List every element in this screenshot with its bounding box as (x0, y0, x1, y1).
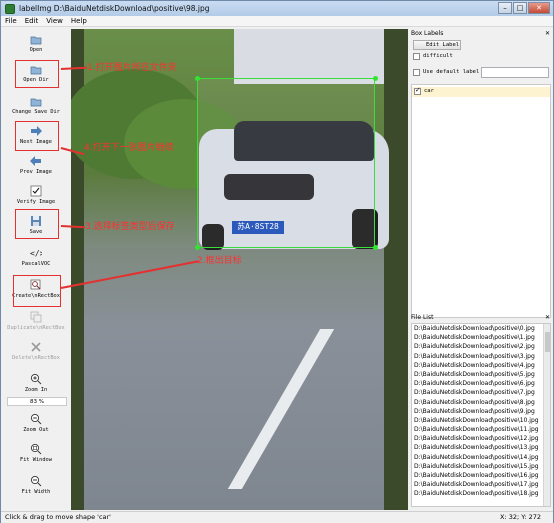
label-item-name: car (424, 88, 434, 94)
bounding-box-car[interactable] (197, 78, 375, 248)
code-brackets-icon: </> (30, 249, 42, 258)
delete-rect-box-button[interactable]: Delete\nRectBox (3, 341, 69, 361)
file-list-item[interactable]: D:\BaiduNetdiskDownload\positive\17.jpg (412, 480, 550, 489)
format-pascalvoc-button[interactable]: </> PascalVOC (3, 247, 69, 267)
file-list-item[interactable]: D:\BaiduNetdiskDownload\positive\12.jpg (412, 434, 550, 443)
file-list-item[interactable]: D:\BaiduNetdiskDownload\positive\10.jpg (412, 416, 550, 425)
file-list-item[interactable]: D:\BaiduNetdiskDownload\positive\14.jpg (412, 453, 550, 462)
bbox-vertex-top-right[interactable] (373, 76, 378, 81)
menu-file[interactable]: File (1, 17, 21, 25)
right-dock: Box Labels ✕ Edit Label difficult Use de… (409, 29, 553, 510)
duplicate-rect-box-button[interactable]: Duplicate\nRectBox (3, 311, 69, 331)
difficult-label: difficult (423, 53, 453, 59)
window-title: labelImg D:\BaiduNetdiskDownload\positiv… (19, 4, 210, 13)
verify-image-button[interactable]: Verify Image (3, 185, 69, 205)
file-list-item[interactable]: D:\BaiduNetdiskDownload\positive\4.jpg (412, 361, 550, 370)
fit-window-icon (30, 443, 42, 455)
change-save-dir-button[interactable]: Change Save Dir (3, 95, 69, 115)
menu-edit[interactable]: Edit (21, 17, 43, 25)
road-marking (227, 329, 335, 489)
annotation-step2: 2.框出目标 (197, 256, 242, 266)
file-list-title: File List ✕ (411, 313, 550, 322)
fit-width-icon (30, 475, 42, 487)
dock-close-icon[interactable]: ✕ (545, 313, 550, 322)
file-list-item[interactable]: D:\BaiduNetdiskDownload\positive\6.jpg (412, 379, 550, 388)
menu-view[interactable]: View (42, 17, 67, 25)
file-list-item[interactable]: D:\BaiduNetdiskDownload\positive\8.jpg (412, 398, 550, 407)
zoom-out-icon (30, 413, 42, 425)
file-list-item[interactable]: D:\BaiduNetdiskDownload\positive\5.jpg (412, 370, 550, 379)
menu-bar: File Edit View Help (1, 16, 553, 27)
label-item-car[interactable]: car (412, 86, 550, 97)
svg-text:</>: </> (30, 249, 42, 258)
toolbar: Open Open Dir Change Save Dir Next Image… (3, 29, 69, 509)
bbox-vertex-top-left[interactable] (195, 76, 200, 81)
default-label-input[interactable] (481, 67, 549, 78)
file-list-item[interactable]: D:\BaiduNetdiskDownload\positive\18.jpg (412, 489, 550, 498)
edit-label-button[interactable]: Edit Label (413, 40, 461, 50)
highlight-next-image (15, 121, 59, 151)
bbox-vertex-bottom-left[interactable] (195, 245, 200, 250)
zoom-out-button[interactable]: Zoom Out (3, 413, 69, 433)
file-list-item[interactable]: D:\BaiduNetdiskDownload\positive\13.jpg (412, 443, 550, 452)
fit-width-button[interactable]: Fit Width (3, 475, 69, 495)
file-list-item[interactable]: D:\BaiduNetdiskDownload\positive\11.jpg (412, 425, 550, 434)
folder-icon (30, 98, 42, 107)
file-list-items: D:\BaiduNetdiskDownload\positive\0.jpg D:… (412, 324, 550, 499)
minimize-button[interactable]: – (498, 2, 512, 14)
file-list-scrollbar[interactable] (543, 324, 550, 506)
zoom-value-field[interactable]: 83 % (7, 397, 67, 406)
label-visibility-checkbox[interactable] (414, 86, 421, 95)
app-window: labelImg D:\BaiduNetdiskDownload\positiv… (0, 0, 554, 523)
difficult-checkbox[interactable] (413, 53, 420, 60)
open-button[interactable]: Open (3, 33, 69, 53)
box-labels-title: Box Labels ✕ (411, 29, 550, 38)
delete-icon (31, 342, 41, 352)
file-list-item[interactable]: D:\BaiduNetdiskDownload\positive\16.jpg (412, 471, 550, 480)
file-list-item[interactable]: D:\BaiduNetdiskDownload\positive\3.jpg (412, 352, 550, 361)
maximize-button[interactable]: □ (513, 2, 527, 14)
building-background (234, 29, 384, 84)
highlight-open-dir (15, 60, 59, 88)
file-list-item[interactable]: D:\BaiduNetdiskDownload\positive\1.jpg (412, 333, 550, 342)
status-bar: Click & drag to move shape 'car' X: 32; … (1, 511, 553, 523)
status-message: Click & drag to move shape 'car' (5, 513, 111, 521)
use-default-label-label: Use default label (423, 69, 480, 75)
use-default-label-checkbox[interactable] (413, 69, 420, 76)
highlight-save (15, 209, 59, 239)
prev-image-button[interactable]: Prev Image (3, 155, 69, 175)
image-canvas[interactable]: 苏A·8ST28 (71, 29, 408, 510)
file-list: D:\BaiduNetdiskDownload\positive\0.jpg D:… (411, 323, 551, 507)
zoom-in-button[interactable]: Zoom In (3, 373, 69, 393)
label-list: car (411, 84, 551, 318)
annotation-step1: 1.打开图片所在文件夹 (87, 63, 177, 73)
checkmark-icon (30, 185, 42, 197)
close-button[interactable]: ✕ (528, 2, 550, 14)
window-controls: – □ ✕ (497, 2, 550, 14)
file-list-item[interactable]: D:\BaiduNetdiskDownload\positive\15.jpg (412, 462, 550, 471)
dock-close-icon[interactable]: ✕ (545, 29, 550, 38)
arrow-left-icon (30, 156, 41, 166)
bbox-vertex-bottom-right[interactable] (373, 245, 378, 250)
zoom-in-icon (30, 373, 42, 385)
app-icon (5, 3, 15, 14)
annotation-step4: 4.打开下一张图片继续 (84, 143, 174, 153)
file-list-item[interactable]: D:\BaiduNetdiskDownload\positive\9.jpg (412, 407, 550, 416)
status-coordinates: X: 32; Y: 272 (499, 513, 541, 521)
folder-icon (30, 36, 42, 45)
file-list-item[interactable]: D:\BaiduNetdiskDownload\positive\0.jpg (412, 324, 550, 333)
highlight-create-rect-box (13, 275, 61, 307)
annotation-step3: 3.选择标签类型后保存 (85, 222, 175, 232)
duplicate-icon (30, 311, 42, 323)
fit-window-button[interactable]: Fit Window (3, 443, 69, 463)
file-list-item[interactable]: D:\BaiduNetdiskDownload\positive\2.jpg (412, 342, 550, 351)
title-bar: labelImg D:\BaiduNetdiskDownload\positiv… (1, 1, 553, 16)
file-list-item[interactable]: D:\BaiduNetdiskDownload\positive\7.jpg (412, 388, 550, 397)
scrollbar-thumb[interactable] (545, 332, 550, 352)
menu-help[interactable]: Help (67, 17, 91, 25)
